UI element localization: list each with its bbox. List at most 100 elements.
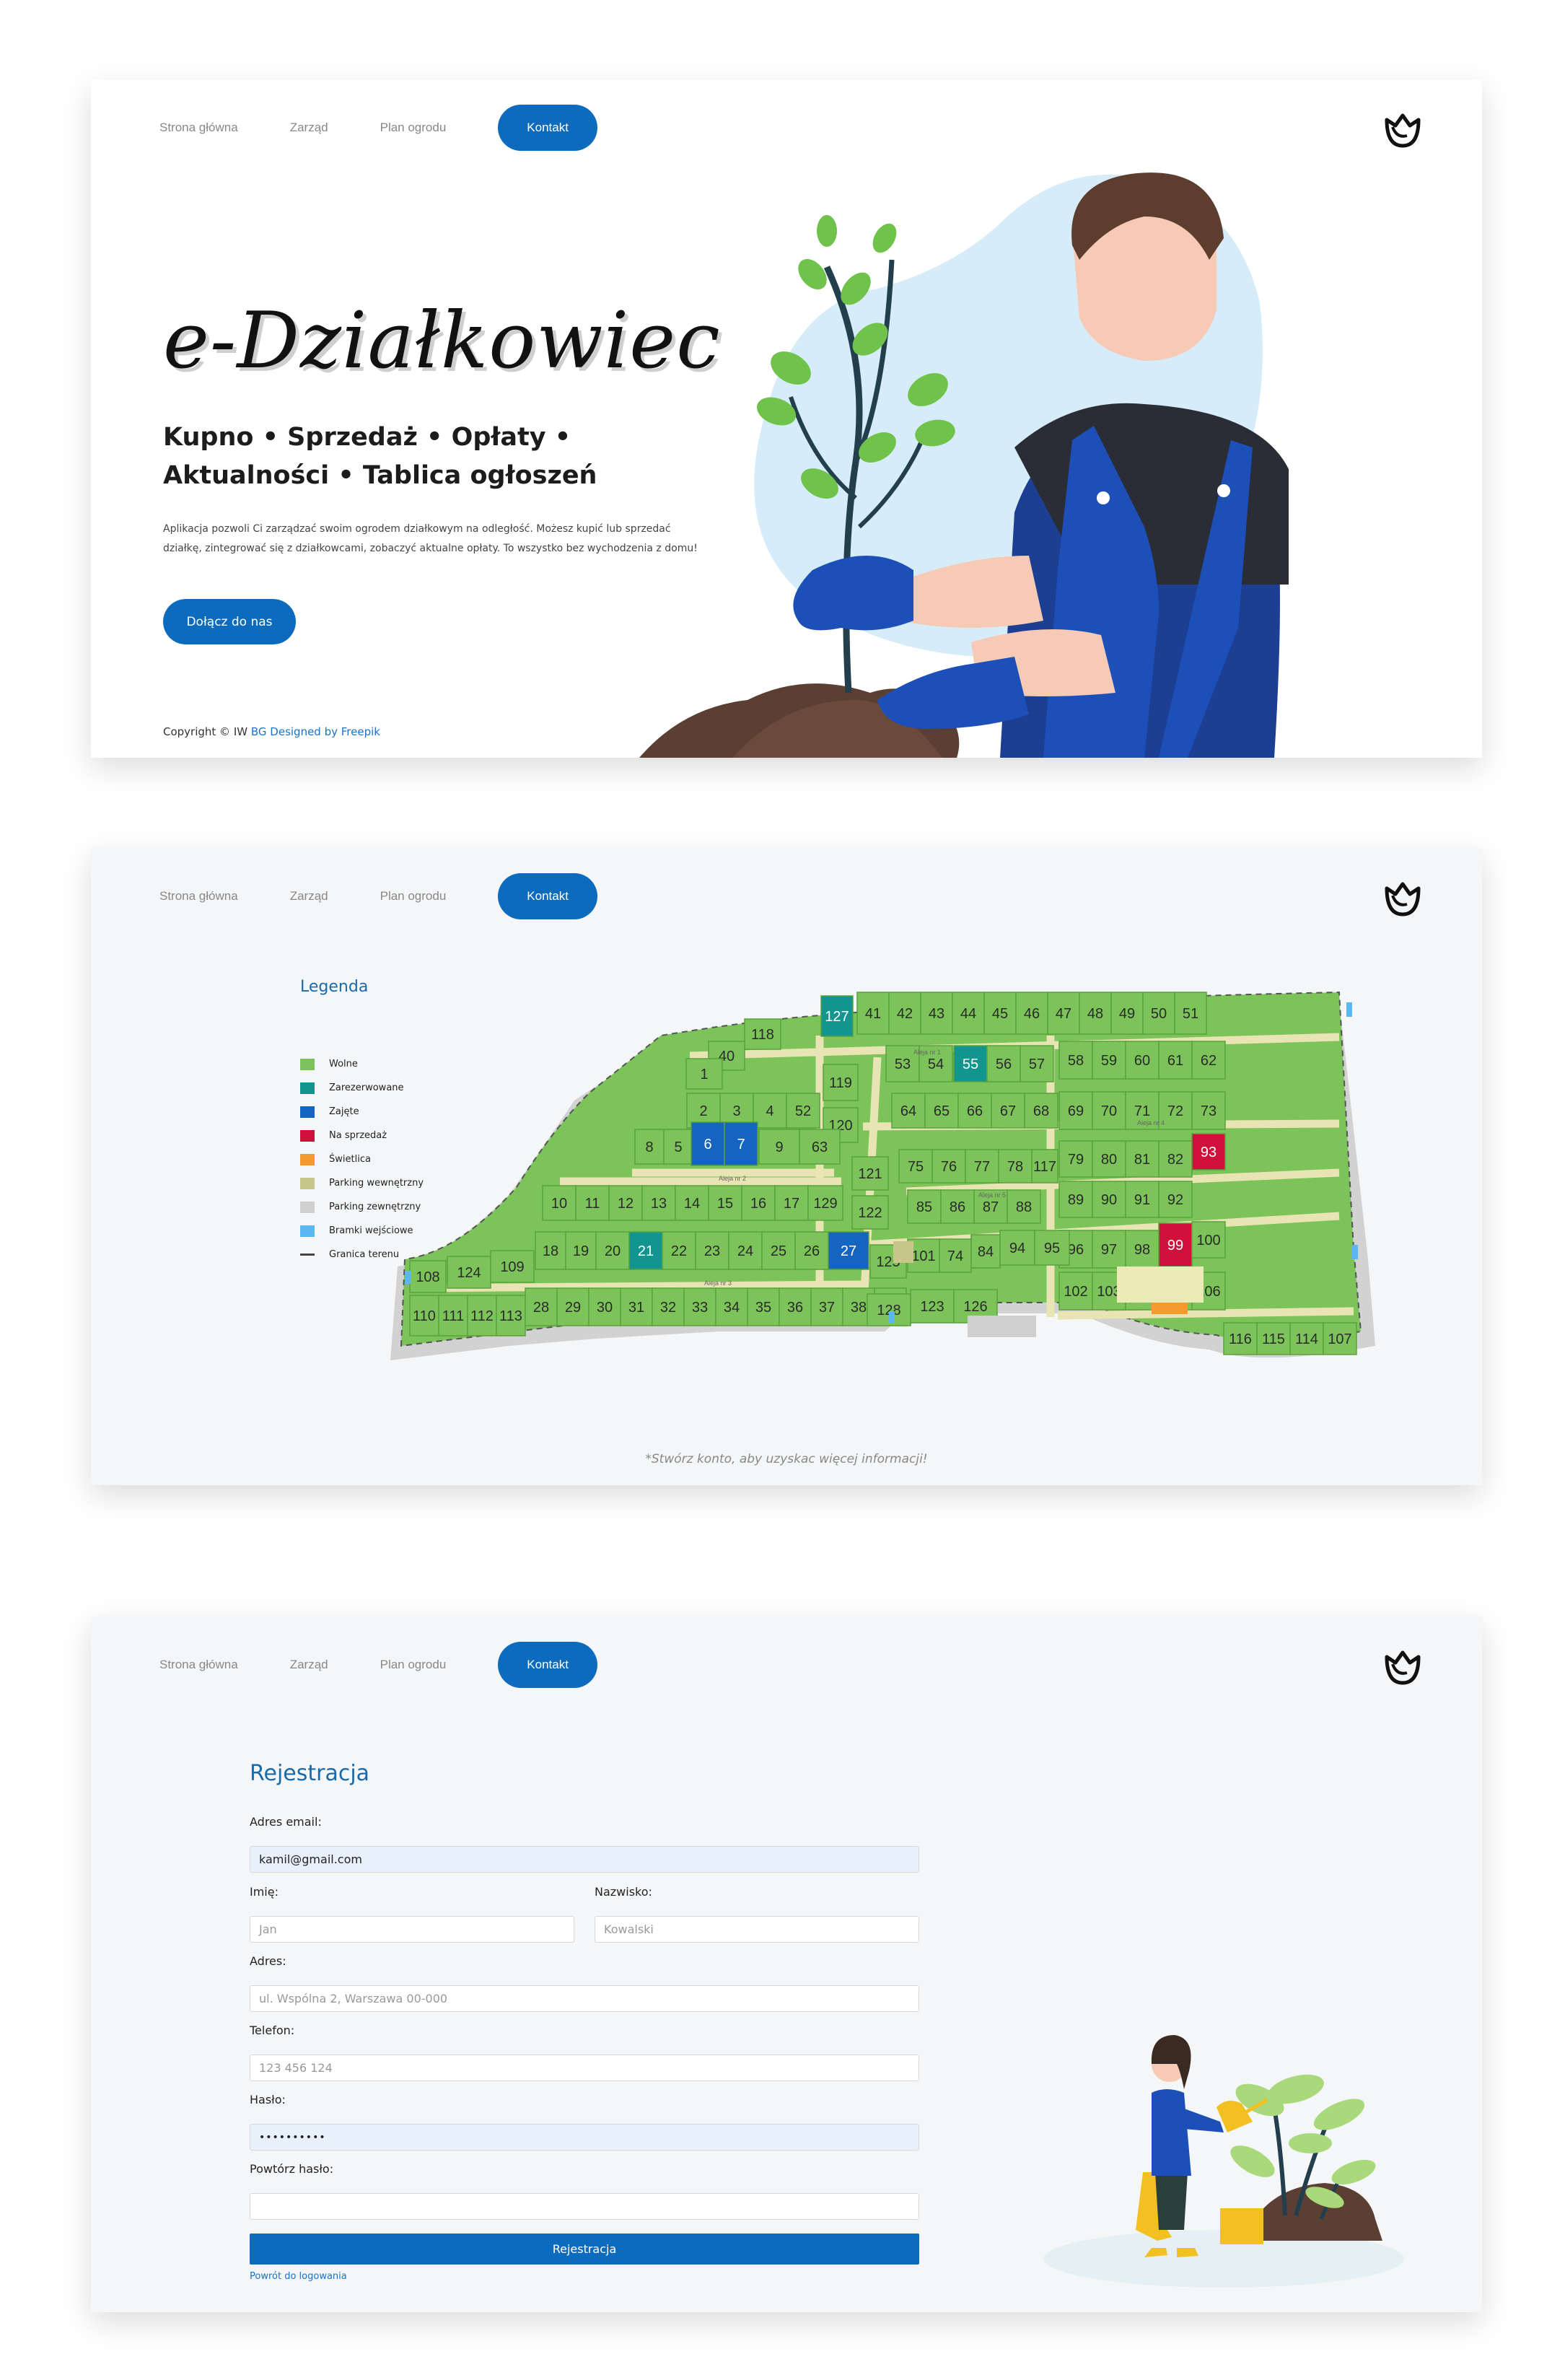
- plot-number: 111: [442, 1308, 464, 1324]
- plot-number: 123: [920, 1299, 944, 1315]
- plot-number: 63: [812, 1139, 828, 1155]
- nav-plan-link[interactable]: Plan ogrodu: [380, 889, 447, 904]
- plot-number: 20: [605, 1243, 621, 1259]
- plot-number: 43: [929, 1006, 944, 1022]
- nav-home-link[interactable]: Strona główna: [159, 1658, 238, 1672]
- nav-contact-button[interactable]: Kontakt: [498, 105, 597, 151]
- last-name-field[interactable]: Kowalski: [595, 1916, 919, 1943]
- plot-number: 122: [858, 1205, 882, 1221]
- plot-number: 5: [674, 1139, 682, 1155]
- plot-number: 31: [628, 1300, 644, 1316]
- plot-number: 50: [1151, 1006, 1167, 1022]
- nav-board-link[interactable]: Zarząd: [290, 121, 328, 135]
- plot-number: 121: [858, 1166, 882, 1182]
- plot-number: 87: [983, 1199, 999, 1215]
- plot-number: 32: [660, 1300, 676, 1316]
- plot-number: 19: [573, 1243, 589, 1259]
- plot-number: 23: [704, 1243, 720, 1259]
- square-area: [1117, 1266, 1204, 1303]
- plot-number: 1: [700, 1067, 708, 1082]
- plot-number: 36: [787, 1300, 803, 1316]
- nav-home-link[interactable]: Strona główna: [159, 121, 238, 135]
- plot-number: 25: [771, 1243, 786, 1259]
- plot-number: 66: [967, 1103, 983, 1119]
- plot-number: 45: [992, 1006, 1008, 1022]
- repeat-password-field[interactable]: [250, 2193, 919, 2220]
- plot-number: 30: [597, 1300, 613, 1316]
- inner-parking: [893, 1241, 913, 1263]
- registration-section: Strona główna Zarząd Plan ogrodu Kontakt…: [91, 1616, 1482, 2312]
- plot-number: 74: [947, 1248, 963, 1264]
- plot-number: 80: [1101, 1152, 1117, 1168]
- nav-board-link[interactable]: Zarząd: [290, 1658, 328, 1672]
- garden-plot-map: 127 41 42 43 44 45 46 47 48 49 50 5111840153 54 55 56 5…: [390, 991, 1375, 1360]
- plot-number: 109: [500, 1259, 524, 1275]
- plot-number: 33: [692, 1300, 708, 1316]
- main-nav: Strona główna Zarząd Plan ogrodu Kontakt: [159, 105, 597, 151]
- plot-number: 127: [825, 1009, 849, 1025]
- alley-path: [1057, 1307, 1354, 1320]
- plot-number: 102: [1064, 1284, 1087, 1300]
- password-label: Hasło:: [250, 2093, 286, 2106]
- register-button[interactable]: Rejestracja: [250, 2234, 919, 2265]
- map-info-note: *Stwórz konto, aby uzyskac więcej inform…: [645, 1452, 928, 1466]
- plot-number: 78: [1007, 1159, 1023, 1175]
- plot-number: 86: [950, 1199, 965, 1215]
- plot-number: 34: [724, 1300, 740, 1316]
- nav-contact-button[interactable]: Kontakt: [498, 873, 597, 919]
- address-field[interactable]: ul. Wspólna 2, Warszawa 00-000: [250, 1985, 919, 2012]
- tulip-logo-icon[interactable]: [1381, 108, 1424, 152]
- watering-girl-illustration: [1043, 2035, 1404, 2288]
- plot-number: 10: [551, 1196, 567, 1212]
- plot-number: 47: [1056, 1006, 1071, 1022]
- plot-number: 35: [755, 1300, 771, 1316]
- plot-number: 68: [1033, 1103, 1049, 1119]
- tulip-logo-icon[interactable]: [1381, 877, 1424, 920]
- plot-number: 7: [737, 1137, 745, 1152]
- tulip-logo-icon[interactable]: [1381, 1645, 1424, 1689]
- plot-number: 4: [766, 1103, 773, 1119]
- first-name-field[interactable]: Jan: [250, 1916, 574, 1943]
- entrance-gate: [889, 1311, 895, 1323]
- garden-plan-section: Strona główna Zarząd Plan ogrodu Kontakt…: [91, 848, 1482, 1485]
- join-button[interactable]: Dołącz do nas: [163, 599, 296, 644]
- nav-home-link[interactable]: Strona główna: [159, 889, 238, 904]
- plot-number: 55: [963, 1056, 978, 1072]
- plot-number: 6: [703, 1137, 711, 1152]
- entrance-gate: [405, 1271, 411, 1284]
- plot-number: 56: [996, 1056, 1012, 1072]
- registration-title: Rejestracja: [250, 1761, 370, 1786]
- password-field[interactable]: ••••••••••: [250, 2124, 919, 2151]
- plot-number: 101: [911, 1248, 935, 1264]
- gardener-illustration: [639, 172, 1289, 758]
- email-label: Adres email:: [250, 1815, 322, 1829]
- nav-contact-button[interactable]: Kontakt: [498, 1642, 597, 1688]
- plot-number: 90: [1101, 1192, 1117, 1208]
- plot-number: 82: [1167, 1152, 1183, 1168]
- email-field[interactable]: kamil@gmail.com: [250, 1846, 919, 1873]
- plot-number: 81: [1134, 1152, 1150, 1168]
- first-name-label: Imię:: [250, 1885, 279, 1899]
- plot-number: 79: [1068, 1152, 1084, 1168]
- nav-plan-link[interactable]: Plan ogrodu: [380, 1658, 447, 1672]
- plot-number: 15: [717, 1196, 733, 1212]
- nav-board-link[interactable]: Zarząd: [290, 889, 328, 904]
- back-to-login-link[interactable]: Powrót do logowania: [250, 2271, 347, 2282]
- main-nav: Strona główna Zarząd Plan ogrodu Kontakt: [159, 873, 597, 919]
- phone-field[interactable]: 123 456 124: [250, 2055, 919, 2081]
- plot-number: 98: [1134, 1242, 1150, 1258]
- plot-number: 14: [684, 1196, 700, 1212]
- hero-section: Strona główna Zarząd Plan ogrodu Kontakt: [91, 79, 1482, 758]
- alley-label: Aleja nr 1: [913, 1049, 941, 1056]
- freepik-credit-link[interactable]: BG Designed by Freepik: [251, 725, 380, 738]
- entrance-gate: [1352, 1245, 1358, 1259]
- nav-plan-link[interactable]: Plan ogrodu: [380, 121, 447, 135]
- plot-number: 67: [1000, 1103, 1016, 1119]
- plot-number: 72: [1167, 1103, 1183, 1119]
- plot-number: 26: [804, 1243, 820, 1259]
- plot-number: 52: [795, 1103, 811, 1119]
- plot-number: 129: [813, 1196, 837, 1212]
- address-label: Adres:: [250, 1954, 286, 1968]
- plot-number: 16: [750, 1196, 766, 1212]
- plot-number: 112: [470, 1308, 494, 1324]
